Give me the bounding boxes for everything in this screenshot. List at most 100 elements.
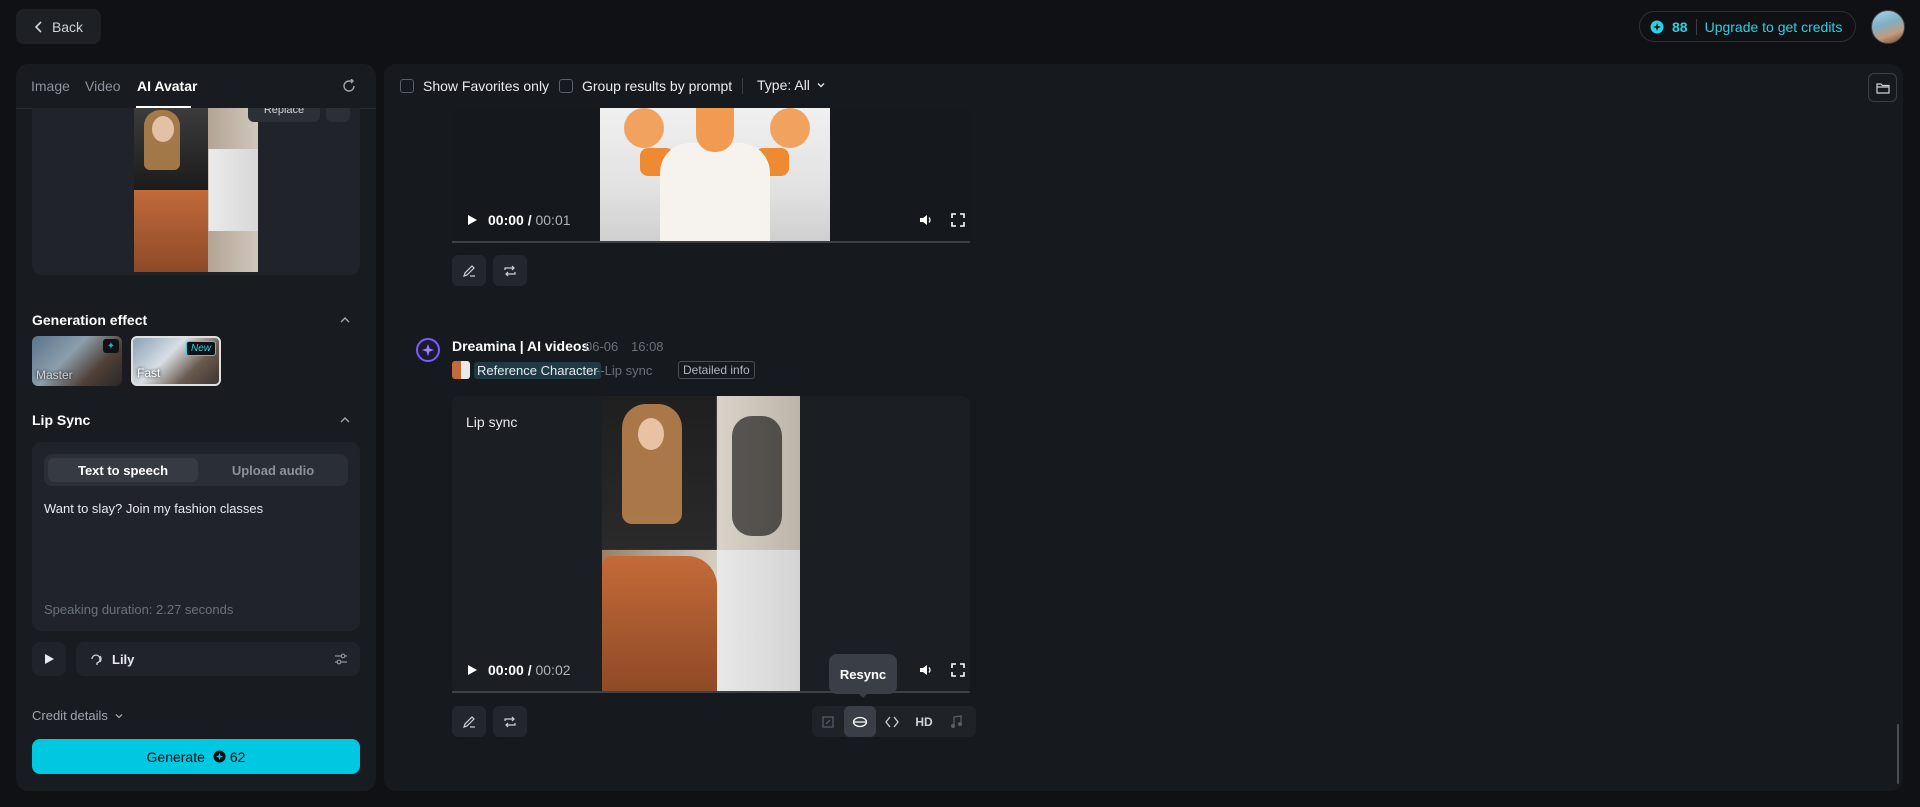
- edit-button[interactable]: [452, 255, 486, 286]
- results-panel: Show Favorites only Group results by pro…: [384, 64, 1903, 791]
- video-2-controls: 00:00 / 00:02: [466, 662, 571, 678]
- generation-author: Dreamina | AI videos: [452, 338, 590, 354]
- speaking-duration: Speaking duration: 2.27 seconds: [44, 602, 234, 617]
- generation-date: 06-06: [585, 339, 619, 354]
- crop-icon: [821, 715, 835, 729]
- credits-pill[interactable]: 88 Upgrade to get credits: [1639, 11, 1856, 42]
- effect-option-master[interactable]: ✦ Master: [32, 336, 122, 386]
- play-icon: [43, 653, 55, 665]
- volume-icon[interactable]: [918, 213, 934, 227]
- voice-icon: [88, 651, 104, 667]
- play-icon[interactable]: [466, 214, 478, 226]
- group-by-prompt-label[interactable]: Group results by prompt: [582, 78, 732, 94]
- generate-button[interactable]: Generate 62: [32, 739, 360, 774]
- edit-button[interactable]: [452, 706, 486, 737]
- video-2-time-sep: /: [527, 662, 532, 678]
- interpolate-button[interactable]: [876, 706, 908, 737]
- video-action-bar: HD: [812, 706, 976, 737]
- tooltip-arrow: [857, 692, 869, 698]
- music-icon: [950, 714, 962, 729]
- folder-button[interactable]: [1868, 73, 1897, 102]
- credits-count: 88: [1672, 18, 1688, 35]
- chevron-up-icon[interactable]: [338, 413, 352, 427]
- play-voice-button[interactable]: [32, 642, 66, 676]
- credit-details-toggle[interactable]: Credit details: [32, 708, 124, 723]
- refresh-icon[interactable]: [342, 79, 356, 93]
- new-badge: New: [185, 341, 216, 356]
- repeat-icon: [503, 715, 517, 729]
- back-button[interactable]: Back: [16, 9, 101, 44]
- premium-badge: ✦: [103, 339, 119, 353]
- voice-select[interactable]: Lily: [76, 642, 360, 676]
- text-to-speech-tab[interactable]: Text to speech: [48, 458, 198, 482]
- favorites-checkbox[interactable]: [400, 79, 414, 93]
- video-2-total-time: 00:02: [535, 662, 571, 678]
- lip-sync-title: Lip Sync: [32, 412, 91, 428]
- effect-option-fast[interactable]: New Fast: [131, 336, 221, 386]
- folder-icon: [1875, 82, 1890, 94]
- video-1-time-sep: /: [527, 212, 532, 228]
- chevron-up-icon[interactable]: [338, 313, 352, 327]
- resync-tooltip: Resync: [829, 654, 897, 694]
- generation-time: 16:08: [631, 339, 664, 354]
- type-filter-label: Type: All: [757, 77, 810, 93]
- regenerate-button[interactable]: [493, 255, 527, 286]
- credit-coin-icon: [213, 750, 226, 763]
- tab-image[interactable]: Image: [31, 78, 70, 94]
- edit-icon: [462, 715, 476, 729]
- back-label: Back: [51, 18, 84, 35]
- video-2-current-time: 00:00: [488, 662, 524, 678]
- effect-label: Fast: [137, 366, 161, 380]
- chevron-left-icon: [34, 20, 44, 33]
- regenerate-button[interactable]: [493, 706, 527, 737]
- resync-button[interactable]: [844, 706, 876, 737]
- left-panel: Image Video AI Avatar Replace Generation…: [16, 64, 376, 791]
- crop-button[interactable]: [812, 706, 844, 737]
- upload-audio-tab[interactable]: Upload audio: [201, 458, 345, 482]
- replace-label: Replace: [263, 108, 305, 116]
- reference-character-thumbnail: [452, 361, 470, 379]
- reference-image: [134, 108, 258, 272]
- generator-avatar: [416, 338, 440, 362]
- edit-icon: [462, 264, 476, 278]
- favorites-label[interactable]: Show Favorites only: [423, 78, 549, 94]
- generate-label: Generate: [146, 748, 205, 765]
- credit-coin-icon: [1650, 20, 1664, 34]
- voice-name: Lily: [112, 651, 135, 667]
- scrollbar[interactable]: [1897, 724, 1899, 784]
- credits-divider: [1695, 18, 1697, 35]
- chevron-down-icon: [816, 80, 826, 90]
- tab-ai-avatar[interactable]: AI Avatar: [137, 78, 197, 94]
- video-type-label: Lip sync: [466, 414, 518, 430]
- lips-icon: [852, 716, 868, 728]
- type-filter-dropdown[interactable]: Type: All: [757, 77, 826, 93]
- credit-details-label: Credit details: [32, 708, 108, 723]
- speech-text-input[interactable]: Want to slay? Join my fashion classes: [44, 501, 344, 516]
- group-by-prompt-checkbox[interactable]: [559, 79, 573, 93]
- volume-icon[interactable]: [918, 663, 934, 677]
- generation-effect-title: Generation effect: [32, 312, 148, 328]
- video-thumbnail-1: [600, 108, 830, 242]
- settings-sliders-icon[interactable]: [334, 652, 348, 666]
- add-audio-button[interactable]: [940, 706, 972, 737]
- play-icon[interactable]: [466, 664, 478, 676]
- generation-mode: --Lip sync: [596, 363, 653, 378]
- delete-image-button[interactable]: [326, 108, 350, 122]
- video-1-progress[interactable]: [452, 241, 970, 243]
- video-1-time: 00:00 / 00:01: [488, 212, 571, 228]
- reference-character-tag[interactable]: Reference Character: [474, 362, 601, 379]
- generate-cost-value: 62: [229, 748, 246, 765]
- expand-icon: [885, 715, 899, 729]
- user-avatar[interactable]: [1871, 10, 1905, 44]
- fullscreen-icon[interactable]: [951, 213, 965, 227]
- hd-button[interactable]: HD: [908, 706, 940, 737]
- chevron-down-icon: [114, 711, 124, 721]
- fullscreen-icon[interactable]: [951, 663, 965, 677]
- video-1-current-time: 00:00: [488, 212, 524, 228]
- upgrade-link[interactable]: Upgrade to get credits: [1705, 19, 1843, 35]
- tab-video[interactable]: Video: [85, 78, 121, 94]
- replace-button[interactable]: Replace: [248, 108, 320, 122]
- video-thumbnail-2: [602, 396, 800, 692]
- detailed-info-button[interactable]: Detailed info: [678, 361, 755, 379]
- toolbar-divider: [742, 78, 743, 94]
